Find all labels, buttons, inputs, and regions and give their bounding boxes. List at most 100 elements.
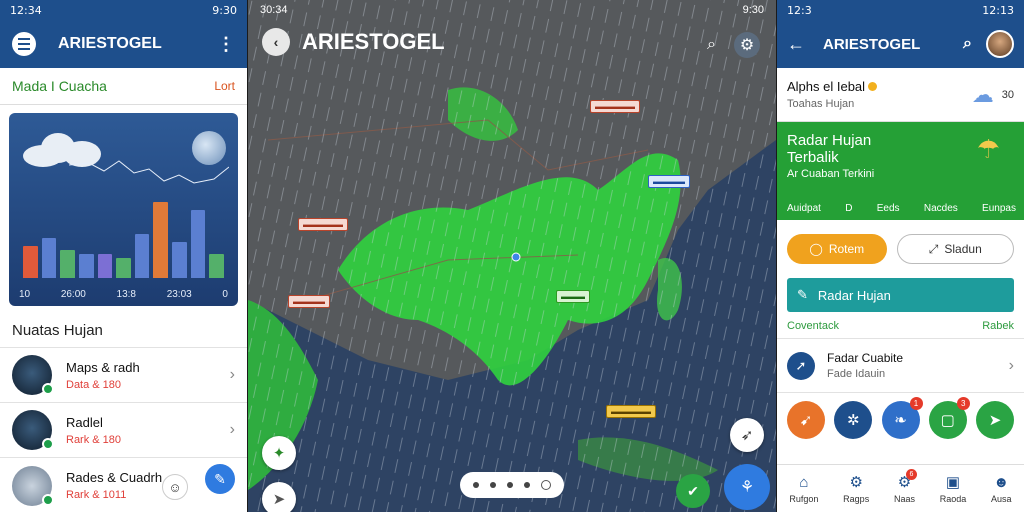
status-time: 30:34 (260, 4, 288, 16)
map-label[interactable]: ▬▬▬▬ (288, 295, 330, 308)
map-toolbar: ⌕ ⚙ (707, 32, 760, 58)
map-label[interactable]: ▬▬▬▬▬ (590, 100, 640, 113)
card-footer-label: Eeds (876, 203, 900, 214)
item-sub: Rark & 180 (66, 433, 122, 446)
alert-temp: 30 (1001, 88, 1014, 101)
nav-home[interactable]: ⌂ Rufgon (789, 474, 818, 504)
compass-button[interactable]: ➶ (730, 418, 764, 452)
tick-label: 23:03 (166, 289, 192, 300)
card-footer-label: D (845, 203, 853, 214)
back-arrow-icon[interactable]: ← (787, 34, 805, 55)
nav-label: Raoda (939, 494, 967, 504)
tick-label: 0 (222, 289, 228, 300)
nav-badge: 6 (905, 469, 917, 480)
app-bar: ARIESTOGEL ⋮ (0, 20, 247, 68)
check-fab-button[interactable]: ✔ (676, 474, 710, 508)
subheader: Mada I Cuacha Lort (0, 68, 247, 105)
primary-pill-button[interactable]: ◯ Rotem (787, 234, 887, 264)
page-dot-active (540, 480, 551, 490)
radar-list-item[interactable]: ➚ Fadar Cuabite Fade Idauin › (777, 339, 1024, 393)
status-bar: 12:34 9:30 (0, 0, 247, 20)
tick-label: 26:00 (60, 289, 86, 300)
search-icon[interactable]: ⌕ (707, 36, 716, 54)
subheader-title: Mada I Cuacha (12, 78, 107, 94)
link-left[interactable]: Coventack (787, 320, 839, 332)
radar-icon: ➚ (787, 351, 815, 380)
map-label[interactable]: ▬▬▬ (556, 290, 590, 303)
map-label[interactable]: ▬▬▬▬ (648, 175, 690, 188)
bottom-nav: ⌂ Rufgon ⚙ Ragps ⚙ 6 Naas ▣ Raoda ☻ Ausa (777, 464, 1024, 512)
subheader-action[interactable]: Lort (214, 79, 235, 93)
square-button[interactable]: ▢ 3 (928, 397, 970, 439)
list-item[interactable]: Maps & radh Data & 180 › (0, 348, 247, 403)
leaf-button[interactable]: ❧ 1 (881, 397, 923, 439)
list-item[interactable]: Radlel Rark & 180 › (0, 403, 247, 458)
edit-fab-button[interactable]: ✎ (205, 464, 235, 494)
chevron-right-icon: › (229, 421, 235, 438)
radar-map-screen: 30:34 9:30 ‹ ARIESTOGEL ⌕ ⚙ ▬▬▬▬▬ ▬▬▬▬ ▬… (248, 0, 776, 512)
radar-hujan-button[interactable]: ✎ Radar Hujan (787, 278, 1014, 312)
weather-chart-card[interactable]: 10 26:00 13:8 23:03 0 (9, 113, 238, 306)
bug-button[interactable]: ✲ (834, 401, 873, 439)
card-subtitle: Ar Cuaban Terkini (787, 168, 875, 180)
item-name: Rades & Cuadrh (66, 470, 163, 485)
send-button[interactable]: ➤ (976, 401, 1014, 439)
radar-card[interactable]: Radar Hujan Terbalik Ar Cuaban Terkini ☂… (777, 122, 1024, 220)
nav-label: Naas (893, 494, 915, 504)
umbrella-icon: ☂ (976, 134, 1000, 164)
tick-label: 13:8 (116, 289, 136, 300)
location-button[interactable]: ✦ (262, 436, 296, 470)
app-title: ARIESTOGEL (58, 35, 162, 52)
chevron-right-icon: › (229, 366, 235, 383)
item-sub: Rark & 1011 (66, 489, 127, 501)
status-time: 12:3 (787, 3, 812, 17)
nav-label: Rufgon (789, 493, 819, 504)
profile-button[interactable]: ☺ (162, 474, 188, 500)
map-label[interactable]: ▬▬▬▬▬ (606, 405, 656, 418)
share-icon: ⤢ (928, 241, 939, 256)
nav-label: Ausa (991, 493, 1012, 504)
gear-icon[interactable]: ⚙ (734, 32, 760, 58)
item-thumbnail (12, 355, 54, 395)
search-icon[interactable]: ⌕ (963, 35, 972, 53)
home-icon: ⌂ (799, 473, 809, 491)
rain-bar (172, 242, 187, 278)
warning-dot-icon (868, 82, 878, 91)
rain-bar (41, 238, 57, 278)
menu-icon[interactable] (12, 32, 36, 56)
nav-radar[interactable]: ▣ Raoda (940, 473, 967, 504)
nav-maps[interactable]: ⚙ Ragps (843, 473, 869, 504)
weather-alert[interactable]: Alphs el Iebal Toahas Hujan ☁ 30 (777, 68, 1024, 122)
rain-bar (97, 254, 113, 278)
page-indicator[interactable] (460, 472, 564, 498)
item-thumbnail (12, 465, 54, 506)
layers-fab-button[interactable]: ⚘ (724, 464, 770, 510)
rain-bar (116, 258, 131, 278)
link-right[interactable]: Rabek (982, 320, 1014, 332)
back-icon[interactable]: ‹ (262, 28, 290, 56)
pill-right-label: Sladun (944, 242, 982, 256)
status-right: 9:30 (742, 4, 764, 16)
card-footer-label: Auidpat (787, 203, 821, 214)
rain-bar (134, 234, 150, 278)
navigate-button[interactable]: ➤ (262, 482, 296, 512)
cloud-rain-icon: ☁ (971, 81, 994, 107)
trend-line (69, 160, 229, 184)
action-pills: ◯ Rotem ⤢ Sladun (777, 220, 1024, 272)
avatar[interactable] (986, 30, 1014, 58)
radar-title: Fadar Cuabite (827, 351, 904, 365)
item-sub: Data & 180 (66, 378, 122, 391)
more-options-icon[interactable]: ⋮ (217, 34, 235, 55)
nav-account[interactable]: ☻ Ausa (991, 474, 1012, 504)
map-label[interactable]: ▬▬▬▬▬ (298, 218, 348, 231)
nav-news[interactable]: ⚙ 6 Naas (893, 469, 917, 504)
secondary-pill-button[interactable]: ⤢ Sladun (896, 234, 1014, 264)
status-right: 9:30 (212, 3, 237, 17)
rocket-button[interactable]: ➹ (787, 401, 825, 439)
rain-bar (60, 250, 75, 278)
app-title: ARIESTOGEL (823, 35, 921, 53)
rain-bar (190, 210, 206, 278)
pill-left-label: Rotem (828, 242, 865, 256)
radar-map[interactable] (248, 0, 776, 512)
nav-label: Ragps (843, 494, 870, 504)
